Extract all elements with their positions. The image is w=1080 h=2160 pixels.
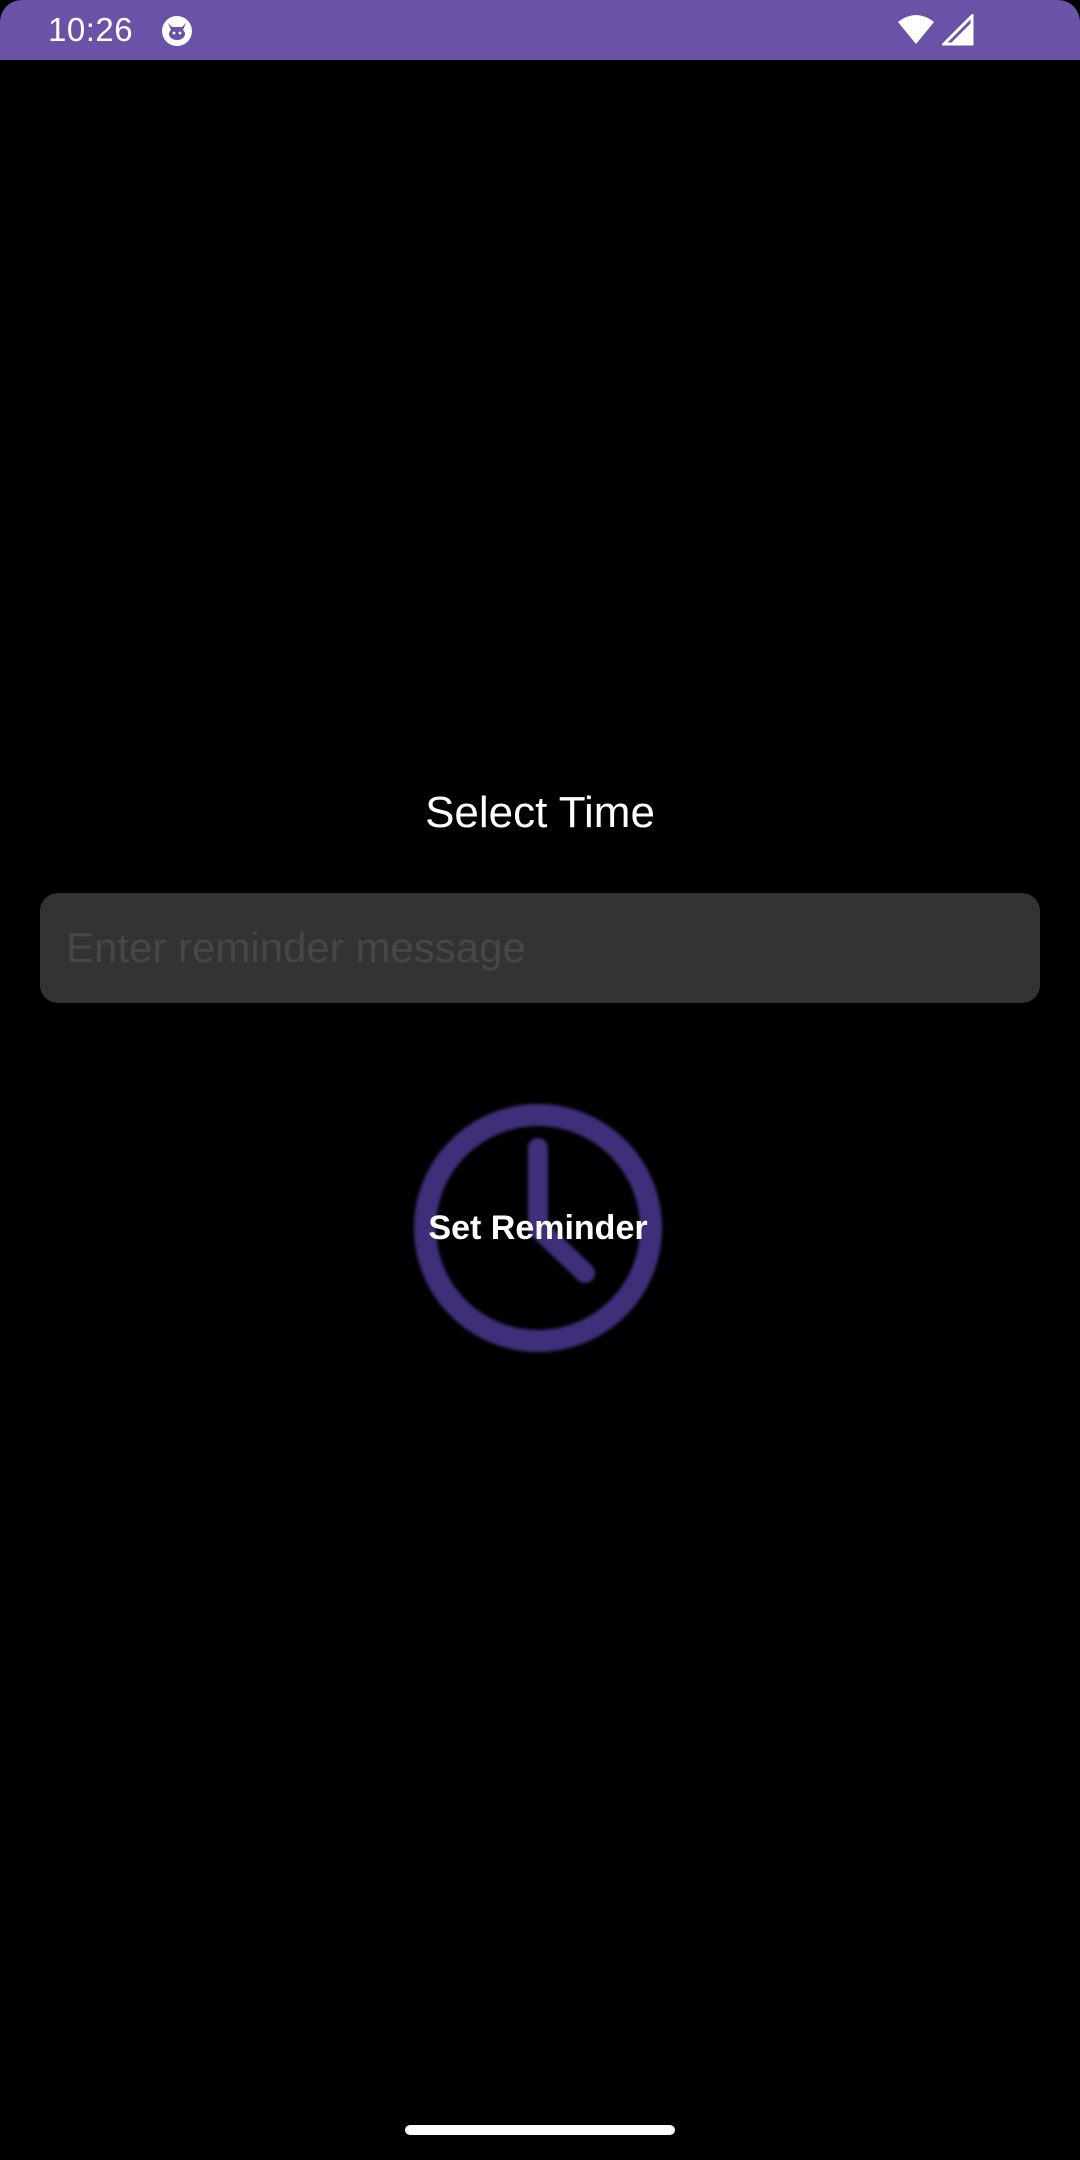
home-gesture-handle[interactable] (405, 2125, 675, 2135)
status-time: 10:26 (48, 11, 134, 48)
wifi-icon (898, 15, 934, 44)
reminder-message-input[interactable] (40, 893, 1040, 1003)
set-reminder-label: Set Reminder (428, 1209, 648, 1247)
select-time-label[interactable]: Select Time (0, 783, 1080, 843)
cat-face-icon (162, 16, 192, 46)
reminder-screen: 10:26 Select Time Set Reminder (0, 0, 1080, 2160)
cell-signal-icon (942, 14, 974, 46)
status-bar: 10:26 (0, 0, 1080, 60)
set-reminder-button[interactable]: Set Reminder (410, 1103, 666, 1353)
